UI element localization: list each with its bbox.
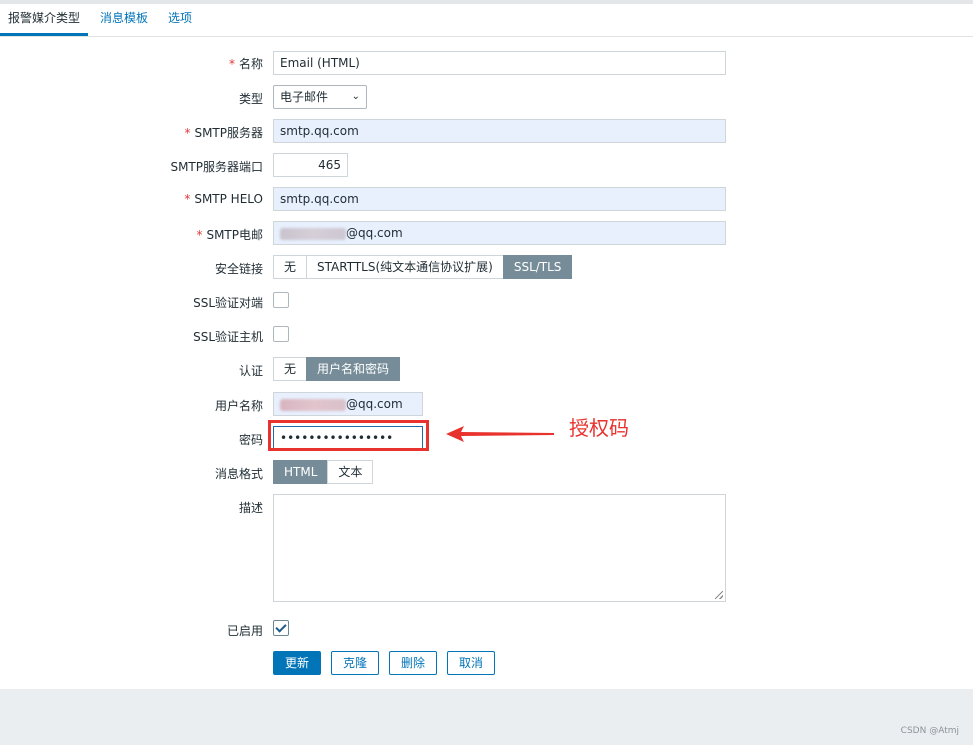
redacted-blur: [280, 227, 346, 240]
clone-button[interactable]: 克隆: [331, 651, 379, 675]
enabled-checkbox[interactable]: [273, 620, 289, 636]
annotation-highlight-box: [268, 420, 429, 451]
smtp-helo-input[interactable]: smtp.qq.com: [273, 187, 726, 211]
ssl-verify-peer-checkbox[interactable]: [273, 292, 289, 308]
chevron-down-icon: ⌄: [351, 91, 360, 102]
smtp-helo-label: * SMTP HELO: [184, 192, 263, 206]
password-label: 密码: [238, 433, 263, 447]
security-option-ssl-tls[interactable]: SSL/TLS: [502, 255, 573, 279]
tab-bar: 报警媒介类型 消息模板 选项: [0, 4, 973, 37]
ssl-verify-host-label: SSL验证主机: [193, 330, 263, 344]
delete-button[interactable]: 删除: [389, 651, 437, 675]
message-format-segmented: HTML 文本: [273, 460, 374, 484]
description-textarea[interactable]: [273, 494, 726, 602]
required-marker: *: [184, 192, 191, 206]
username-input[interactable]: @qq.com: [273, 392, 423, 416]
auth-label: 认证: [238, 364, 263, 378]
auth-segmented: 无 用户名和密码: [273, 357, 401, 381]
format-option-html[interactable]: HTML: [273, 460, 329, 484]
tab-media-type[interactable]: 报警媒介类型: [0, 4, 89, 36]
tab-options[interactable]: 选项: [160, 4, 200, 33]
auth-option-username-password[interactable]: 用户名和密码: [306, 357, 401, 381]
security-label: 安全链接: [214, 262, 263, 276]
smtp-port-input[interactable]: 465: [273, 153, 348, 177]
enabled-label: 已启用: [226, 624, 263, 638]
type-label: 类型: [238, 92, 263, 106]
required-marker: *: [196, 228, 203, 242]
update-button[interactable]: 更新: [273, 651, 321, 675]
required-marker: *: [184, 126, 191, 140]
security-option-starttls[interactable]: STARTTLS(纯文本通信协议扩展): [306, 255, 504, 279]
auth-option-none[interactable]: 无: [273, 357, 308, 381]
name-input[interactable]: Email (HTML): [273, 51, 726, 75]
watermark: CSDN @Atmj: [900, 726, 959, 736]
tab-message-templates[interactable]: 消息模板: [92, 4, 156, 33]
name-label: * 名称: [228, 57, 263, 71]
annotation-label: 授权码: [569, 416, 629, 440]
smtp-email-input[interactable]: @qq.com: [273, 221, 726, 245]
smtp-email-label: * SMTP电邮: [196, 228, 263, 242]
required-marker: *: [228, 57, 235, 71]
type-select[interactable]: 电子邮件 ⌄: [273, 85, 367, 109]
description-label: 描述: [238, 501, 263, 515]
ssl-verify-host-checkbox[interactable]: [273, 326, 289, 342]
smtp-server-input[interactable]: smtp.qq.com: [273, 119, 726, 143]
security-segmented: 无 STARTTLS(纯文本通信协议扩展) SSL/TLS: [273, 255, 573, 279]
redacted-blur: [280, 398, 346, 411]
smtp-email-domain: @qq.com: [346, 226, 403, 240]
annotation-arrow-icon: [446, 426, 554, 442]
security-option-none[interactable]: 无: [273, 255, 308, 279]
username-domain: @qq.com: [346, 397, 403, 411]
format-option-text[interactable]: 文本: [327, 460, 374, 484]
username-label: 用户名称: [214, 399, 263, 413]
message-format-label: 消息格式: [214, 467, 263, 481]
resize-handle-icon[interactable]: [715, 591, 723, 599]
media-type-panel: 报警媒介类型 消息模板 选项 * 名称 Email (HTML) 类型 电子邮件 …: [0, 4, 973, 689]
smtp-port-label: SMTP服务器端口: [170, 160, 263, 174]
smtp-server-label: * SMTP服务器: [184, 126, 263, 140]
ssl-verify-peer-label: SSL验证对端: [193, 296, 263, 310]
type-select-value: 电子邮件: [280, 90, 329, 104]
cancel-button[interactable]: 取消: [447, 651, 495, 675]
